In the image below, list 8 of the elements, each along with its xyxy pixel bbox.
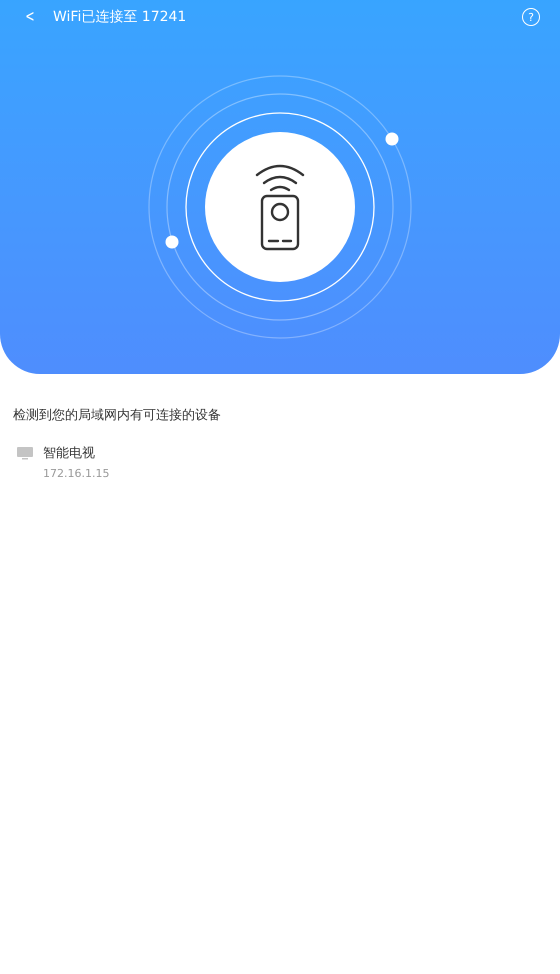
device-name[interactable]: 智能电视	[43, 444, 110, 463]
section-title: 检测到您的局域网内有可连接的设备	[13, 407, 222, 425]
remote-control-icon	[254, 163, 306, 251]
help-button[interactable]: ?	[522, 8, 540, 26]
device-ip: 172.16.1.15	[43, 466, 110, 482]
back-button[interactable]: <	[22, 8, 38, 26]
monitor-icon	[17, 446, 33, 460]
window-title: WiFi已连接至 17241	[53, 8, 186, 26]
